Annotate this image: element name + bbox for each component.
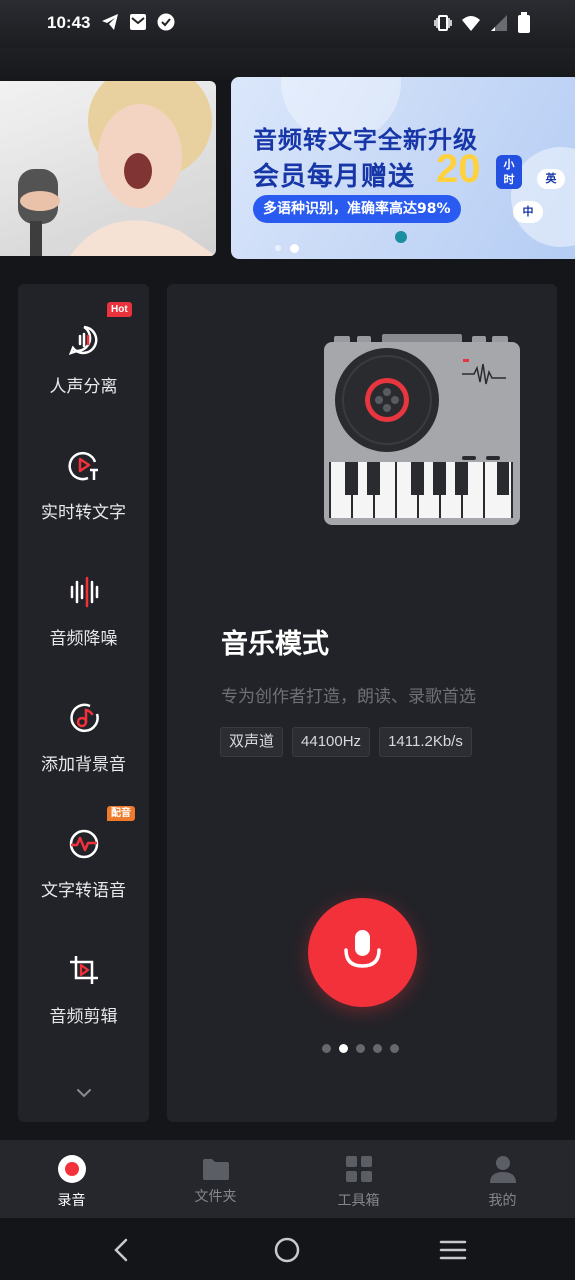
nav-label: 我的 <box>488 1193 517 1209</box>
denoise-icon <box>70 576 99 608</box>
battery-icon <box>518 12 530 33</box>
status-time: 10:43 <box>47 13 91 32</box>
nav-label: 工具箱 <box>337 1193 380 1209</box>
tts-wave-icon <box>69 829 99 859</box>
banner-pill: 多语种识别，准确率高达98% <box>253 195 461 223</box>
mode-panel: 音乐模式 专为创作者打造，朗读、录歌首选 双声道 44100Hz 1411.2K… <box>167 284 557 1122</box>
tool-label: 人声分离 <box>49 377 118 397</box>
singer-photo <box>0 81 216 256</box>
pager-dot-active[interactable] <box>339 1044 348 1053</box>
tool-label: 音频降噪 <box>49 629 118 649</box>
folder-icon <box>203 1159 229 1180</box>
vibrate-icon <box>434 15 452 31</box>
dubbing-badge: 配音 <box>107 806 135 821</box>
microphone-icon <box>344 930 381 968</box>
status-bar: 10:43 <box>0 0 575 48</box>
nav-label: 录音 <box>57 1193 86 1209</box>
mode-description: 专为创作者打造，朗读、录歌首选 <box>221 687 476 707</box>
wifi-icon <box>462 16 480 31</box>
tool-label: 音频剪辑 <box>49 1007 118 1027</box>
tool-label: 添加背景音 <box>41 755 126 775</box>
tool-label: 文字转语音 <box>41 881 126 901</box>
profile-icon <box>490 1156 516 1183</box>
pager-dot[interactable] <box>373 1044 382 1053</box>
back-icon[interactable] <box>108 1236 136 1264</box>
record-button[interactable] <box>308 898 417 1007</box>
tool-tts[interactable]: 文字转语音 配音 <box>18 806 149 938</box>
chevron-down-icon[interactable] <box>75 1084 93 1102</box>
status-icons-right <box>433 12 531 34</box>
pager-dot[interactable] <box>322 1044 331 1053</box>
banner-hours-number: 20 <box>436 147 481 191</box>
tools-panel: 人声分离 Hot 实时转文字 音频降噪 添加背景音 文字转语音 配音 音频剪辑 <box>18 284 149 1122</box>
nav-toolbox[interactable]: 工具箱 <box>287 1140 430 1218</box>
banner-slide-prev[interactable] <box>0 81 216 256</box>
tool-realtime-text[interactable]: 实时转文字 <box>18 450 149 560</box>
turntable-illustration <box>324 334 520 525</box>
realtime-text-icon <box>68 451 98 481</box>
grid-icon <box>346 1156 372 1182</box>
check-circle-icon <box>157 13 175 31</box>
tag-channels: 双声道 <box>220 727 284 757</box>
nav-profile[interactable]: 我的 <box>431 1140 574 1218</box>
home-icon[interactable] <box>273 1236 301 1264</box>
hot-badge: Hot <box>107 302 132 317</box>
tool-label: 实时转文字 <box>41 503 126 523</box>
tool-denoise[interactable]: 音频降噪 <box>18 576 149 686</box>
tool-audio-edit[interactable]: 音频剪辑 <box>18 954 149 1064</box>
system-nav-bar <box>0 1218 575 1280</box>
crop-play-icon <box>70 956 98 984</box>
mode-tags: 双声道 44100Hz 1411.2Kb/s <box>220 727 472 757</box>
music-note-icon <box>70 703 99 733</box>
banner-side-char-1: 英 <box>537 169 565 189</box>
nav-folder[interactable]: 文件夹 <box>144 1140 287 1218</box>
banner-dot-1 <box>275 245 281 251</box>
mode-pager <box>322 1044 399 1053</box>
banner-subheadline: 会员每月赠送 <box>253 162 416 192</box>
tag-bitrate: 1411.2Kb/s <box>379 727 472 757</box>
pager-dot[interactable] <box>356 1044 365 1053</box>
mode-title: 音乐模式 <box>221 629 329 660</box>
nav-label: 文件夹 <box>194 1189 237 1205</box>
mail-icon <box>130 14 146 30</box>
banner-side-char-2: 中 <box>513 201 543 223</box>
status-icons-left <box>100 12 176 32</box>
banner-unit-line2: 时 <box>503 173 515 186</box>
tool-add-bgm[interactable]: 添加背景音 <box>18 702 149 812</box>
banner-unit-line1: 小 <box>503 158 515 171</box>
voice-separate-icon <box>68 325 98 356</box>
banner-dot-2 <box>290 244 299 253</box>
pager-dot[interactable] <box>390 1044 399 1053</box>
banner-slide-current[interactable]: 音频转文字全新升级 会员每月赠送 20 小 时 多语种识别，准确率高达98% 英… <box>231 77 575 259</box>
banner-hours-unit: 小 时 <box>496 155 522 189</box>
telegram-icon <box>102 14 118 30</box>
tag-sample-rate: 44100Hz <box>292 727 371 757</box>
signal-icon <box>491 15 507 31</box>
tool-voice-separate[interactable]: 人声分离 Hot <box>18 302 149 434</box>
bottom-nav: 录音 文件夹 工具箱 我的 <box>0 1140 575 1218</box>
nav-record[interactable]: 录音 <box>0 1140 143 1218</box>
record-icon <box>58 1155 86 1183</box>
recents-menu-icon[interactable] <box>439 1236 467 1264</box>
